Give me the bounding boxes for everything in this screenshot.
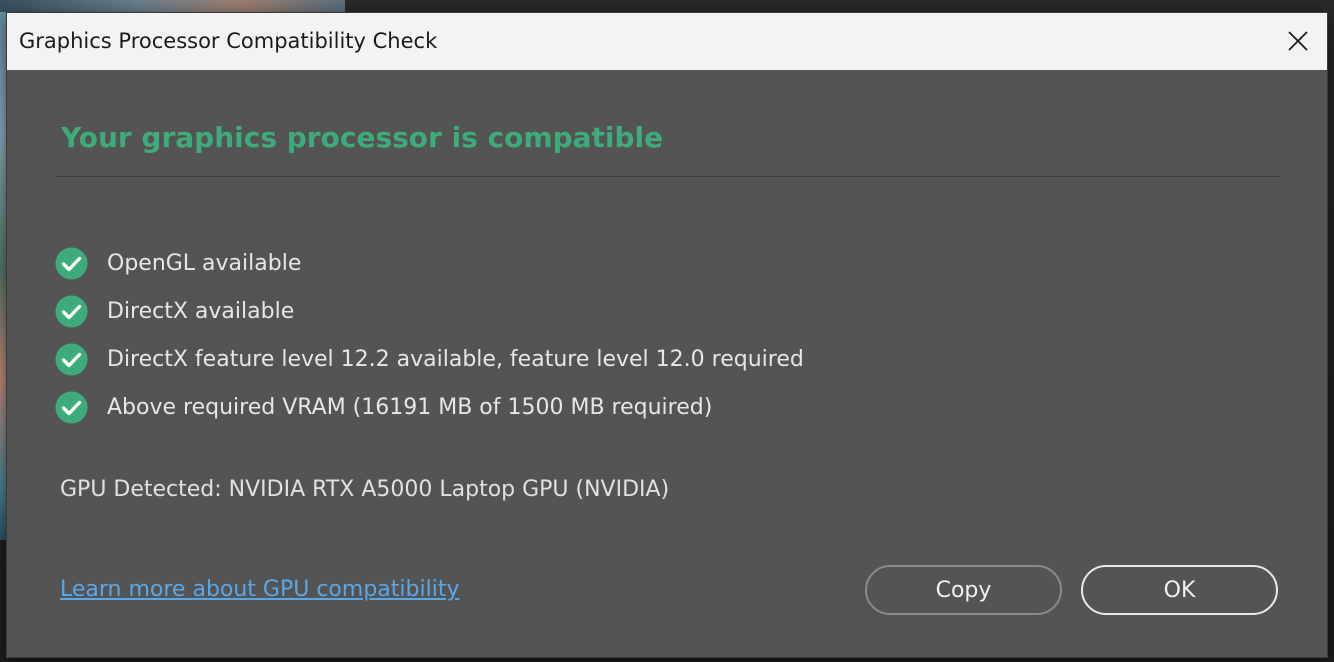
check-label: DirectX feature level 12.2 available, fe… <box>107 346 804 372</box>
background-window-top-edge <box>0 0 345 12</box>
gpu-detected-text: GPU Detected: NVIDIA RTX A5000 Laptop GP… <box>60 477 670 502</box>
copy-button[interactable]: Copy <box>865 565 1062 615</box>
check-item-directx: DirectX available <box>55 287 804 335</box>
check-label: OpenGL available <box>107 250 302 276</box>
window-title: Graphics Processor Compatibility Check <box>19 29 438 53</box>
check-item-vram: Above required VRAM (16191 MB of 1500 MB… <box>55 383 804 431</box>
compatibility-dialog: Graphics Processor Compatibility Check Y… <box>6 12 1328 658</box>
check-label: Above required VRAM (16191 MB of 1500 MB… <box>107 394 713 420</box>
check-circle-icon <box>55 343 88 375</box>
compatibility-status-heading: Your graphics processor is compatible <box>61 121 664 154</box>
learn-more-link[interactable]: Learn more about GPU compatibility <box>60 577 459 602</box>
divider <box>55 176 1281 177</box>
close-icon <box>1288 31 1308 51</box>
check-circle-icon <box>55 247 88 279</box>
check-circle-icon <box>55 295 88 327</box>
title-bar: Graphics Processor Compatibility Check <box>7 13 1327 70</box>
check-label: DirectX available <box>107 298 295 324</box>
check-item-feature-level: DirectX feature level 12.2 available, fe… <box>55 335 804 383</box>
ok-button[interactable]: OK <box>1081 565 1278 615</box>
check-item-opengl: OpenGL available <box>55 239 804 287</box>
check-list: OpenGL available DirectX available Direc… <box>55 239 804 431</box>
close-button[interactable] <box>1275 19 1321 63</box>
check-circle-icon <box>55 391 88 423</box>
